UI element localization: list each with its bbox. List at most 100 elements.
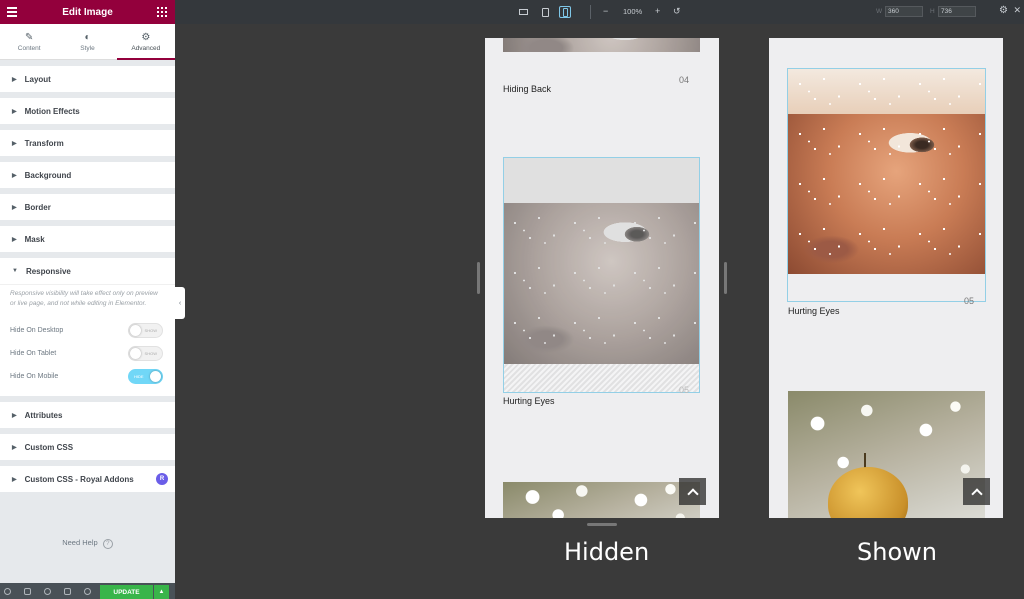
- contrast-icon: ◐: [84, 31, 91, 43]
- settings-icon[interactable]: [4, 587, 11, 595]
- caret-right-icon: ▶: [12, 140, 17, 147]
- switch-knob: [130, 348, 141, 359]
- switch-knob: [130, 325, 141, 336]
- royal-addons-badge: R: [156, 473, 168, 485]
- history-icon[interactable]: [44, 587, 51, 595]
- next-item-image: [503, 482, 700, 518]
- section-transform[interactable]: ▶ Transform: [0, 130, 175, 156]
- section-label: Mask: [24, 234, 45, 244]
- mobile-preview-shown: 05 Hurting Eyes: [769, 38, 1003, 518]
- section-label: Layout: [24, 74, 51, 84]
- preview-eye-icon[interactable]: [84, 587, 91, 595]
- tab-advanced[interactable]: ⚙ Advanced: [116, 24, 175, 60]
- section-mask[interactable]: ▶ Mask: [0, 226, 175, 252]
- toggle-label: Hide On Desktop: [10, 327, 64, 334]
- hamburger-menu-icon[interactable]: [7, 7, 17, 17]
- caret-down-icon: ▼: [12, 268, 18, 274]
- section-label: Custom CSS - Royal Addons: [24, 474, 134, 484]
- hide-on-tablet-switch[interactable]: SHOW: [128, 346, 163, 361]
- toggle-label: Hide On Tablet: [10, 350, 57, 357]
- item-title[interactable]: Hurting Eyes: [503, 396, 555, 406]
- selected-widget-outline[interactable]: [503, 157, 700, 393]
- section-background[interactable]: ▶ Background: [0, 162, 175, 188]
- section-motion-effects[interactable]: ▶ Motion Effects: [0, 98, 175, 124]
- responsive-controls: Responsive visibility will take effect o…: [0, 284, 175, 396]
- height-input[interactable]: 736: [938, 6, 976, 17]
- section-attributes[interactable]: ▶ Attributes: [0, 402, 175, 428]
- reset-zoom-icon[interactable]: ↺: [673, 6, 681, 17]
- scroll-to-top-button[interactable]: [963, 478, 990, 505]
- resize-handle-left[interactable]: [477, 262, 480, 294]
- hide-on-mobile-switch[interactable]: HIDE: [128, 369, 163, 384]
- item-title[interactable]: Hurting Eyes: [788, 306, 840, 316]
- panel-header: Edit Image: [0, 0, 175, 24]
- caption-hidden: Hidden: [564, 538, 650, 566]
- widgets-grid-icon[interactable]: [157, 7, 167, 17]
- hide-on-desktop-row: Hide On Desktop SHOW: [10, 319, 163, 342]
- navigator-icon[interactable]: [24, 587, 31, 595]
- section-label: Attributes: [24, 410, 63, 420]
- scroll-to-top-button[interactable]: [679, 478, 706, 505]
- next-item-image: [788, 391, 985, 518]
- resize-handle-bottom[interactable]: [587, 523, 617, 526]
- item-number: 05: [679, 385, 690, 395]
- section-custom-css[interactable]: ▶ Custom CSS: [0, 434, 175, 460]
- width-input[interactable]: 360: [885, 6, 923, 17]
- caret-right-icon: ▶: [12, 204, 17, 211]
- item-title[interactable]: Hiding Back: [503, 84, 551, 94]
- close-icon[interactable]: ✕: [1013, 5, 1021, 16]
- height-label: H: [930, 8, 935, 15]
- preview-toolbar: − 100% + ↺ W 360 H 736 ⚙ ✕: [175, 0, 1024, 24]
- tablet-device-icon[interactable]: [539, 6, 551, 18]
- item-number: 05: [964, 296, 975, 306]
- tab-style-label: Style: [80, 44, 95, 52]
- switch-knob: [150, 371, 161, 382]
- section-layout[interactable]: ▶ Layout: [0, 66, 175, 92]
- caret-right-icon: ▶: [12, 236, 17, 243]
- section-label: Border: [24, 202, 51, 212]
- section-label: Background: [24, 170, 72, 180]
- mobile-preview-hidden: Hiding Back 04 05 Hurting Eyes: [485, 38, 719, 518]
- switch-state: HIDE: [134, 374, 144, 379]
- zoom-level: 100%: [623, 7, 643, 16]
- gear-icon: ⚙: [141, 31, 151, 43]
- tab-style[interactable]: ◐ Style: [58, 24, 116, 59]
- caret-right-icon: ▶: [12, 412, 17, 419]
- section-label: Motion Effects: [24, 106, 80, 116]
- hide-on-mobile-row: Hide On Mobile HIDE: [10, 365, 163, 388]
- tab-advanced-label: Advanced: [131, 44, 161, 52]
- section-responsive[interactable]: ▼ Responsive: [0, 258, 175, 284]
- caption-shown: Shown: [857, 538, 937, 566]
- caret-right-icon: ▶: [12, 476, 17, 483]
- caret-right-icon: ▶: [12, 76, 17, 83]
- collapse-panel-button[interactable]: ‹: [175, 287, 185, 319]
- zoom-out-button[interactable]: −: [603, 6, 608, 16]
- panel-tabs: ✎ Content ◐ Style ⚙ Advanced: [0, 24, 175, 60]
- responsive-mode-icon[interactable]: [64, 587, 71, 595]
- item-number: 04: [679, 75, 690, 85]
- hide-on-desktop-switch[interactable]: SHOW: [128, 323, 163, 338]
- update-button[interactable]: UPDATE: [100, 585, 153, 599]
- section-label: Responsive: [25, 266, 71, 276]
- tab-content[interactable]: ✎ Content: [0, 24, 58, 59]
- previous-item-image: [503, 38, 700, 52]
- section-custom-css-royal[interactable]: ▶ Custom CSS - Royal Addons R: [0, 466, 175, 492]
- need-help-link[interactable]: Need Help ?: [0, 538, 175, 549]
- selected-widget-outline[interactable]: [787, 68, 986, 302]
- switch-state: SHOW: [144, 351, 157, 356]
- help-circle-icon: ?: [102, 539, 113, 549]
- desktop-device-icon[interactable]: [517, 6, 529, 18]
- tab-content-label: Content: [17, 44, 41, 52]
- pencil-icon: ✎: [24, 31, 34, 43]
- mobile-device-icon[interactable]: [559, 6, 571, 18]
- editor-panel: Edit Image ✎ Content ◐ Style ⚙ Advanced …: [0, 0, 175, 599]
- section-label: Transform: [24, 138, 64, 148]
- update-options-chevron-icon[interactable]: ▲: [154, 585, 169, 599]
- resize-handle-right[interactable]: [724, 262, 727, 294]
- caret-right-icon: ▶: [12, 444, 17, 451]
- switch-state: SHOW: [144, 328, 157, 333]
- section-border[interactable]: ▶ Border: [0, 194, 175, 220]
- caret-right-icon: ▶: [12, 172, 17, 179]
- device-settings-icon[interactable]: ⚙: [999, 5, 1008, 16]
- zoom-in-button[interactable]: +: [655, 6, 660, 16]
